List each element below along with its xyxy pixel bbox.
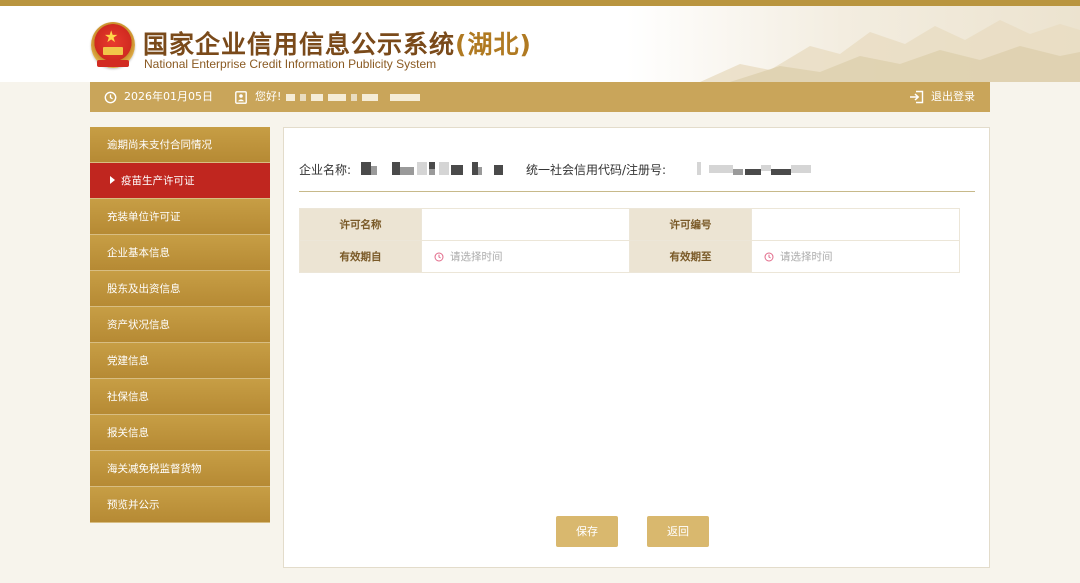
- license-name-field[interactable]: [421, 208, 630, 241]
- user-greeting: 您好!: [235, 82, 421, 112]
- sidebar-item-customs-tax-exempt[interactable]: 海关减免税监督货物: [90, 451, 270, 487]
- company-name-label: 企业名称:: [299, 163, 352, 177]
- license-form-table: 许可名称 许可编号 有效期自 请选择时间 有效期至 请选择时间: [299, 208, 960, 273]
- sidebar-item-preview-publish[interactable]: 预览并公示: [90, 487, 270, 523]
- site-header: ★ 国家企业信用信息公示系统(湖北) National Enterprise C…: [0, 6, 1080, 82]
- logout-link[interactable]: 退出登录: [909, 82, 975, 112]
- valid-from-datepicker[interactable]: 请选择时间: [421, 240, 630, 273]
- section-divider: [299, 191, 975, 192]
- license-number-field[interactable]: [751, 208, 960, 241]
- valid-to-placeholder: 请选择时间: [780, 251, 833, 263]
- user-bar: 2026年01月05日 您好! 退出登录: [90, 82, 990, 112]
- back-button[interactable]: 返回: [647, 516, 709, 547]
- clock-icon: [764, 252, 774, 262]
- company-info-line: 企业名称: 统一社会信用代码/注册号:: [299, 161, 975, 191]
- license-number-label: 许可编号: [629, 208, 752, 241]
- site-title: 国家企业信用信息公示系统(湖北): [143, 30, 532, 59]
- national-emblem-icon: ★: [91, 22, 135, 68]
- greeting-label: 您好!: [255, 90, 282, 103]
- valid-from-placeholder: 请选择时间: [450, 251, 503, 263]
- clock-icon: [104, 91, 117, 103]
- save-button[interactable]: 保存: [556, 516, 618, 547]
- site-title-region: (湖北): [455, 30, 532, 59]
- sidebar-nav: 逾期尚未支付合同情况 疫苗生产许可证 充装单位许可证 企业基本信息 股东及出资信…: [90, 127, 270, 523]
- sidebar-item-basic-info[interactable]: 企业基本信息: [90, 235, 270, 271]
- sidebar-item-assets[interactable]: 资产状况信息: [90, 307, 270, 343]
- clock-icon: [434, 252, 444, 262]
- caret-right-icon: [110, 176, 115, 184]
- license-name-label: 许可名称: [299, 208, 422, 241]
- table-row: 有效期自 请选择时间 有效期至 请选择时间: [299, 240, 960, 273]
- valid-to-label: 有效期至: [629, 240, 752, 273]
- logout-icon: [910, 90, 924, 104]
- sidebar-item-party-building[interactable]: 党建信息: [90, 343, 270, 379]
- sidebar-item-shareholders[interactable]: 股东及出资信息: [90, 271, 270, 307]
- valid-from-label: 有效期自: [299, 240, 422, 273]
- sidebar-item-vaccine-license[interactable]: 疫苗生产许可证: [90, 163, 270, 199]
- credit-code-label: 统一社会信用代码/注册号:: [526, 163, 667, 177]
- sidebar-item-social-security[interactable]: 社保信息: [90, 379, 270, 415]
- user-card-icon: [235, 90, 247, 104]
- date-display: 2026年01月05日: [104, 82, 213, 112]
- main-panel: 企业名称: 统一社会信用代码/注册号: 许可名称 许可编号 有效期自 请选择时间…: [283, 127, 990, 568]
- current-date: 2026年01月05日: [124, 90, 213, 103]
- valid-to-datepicker[interactable]: 请选择时间: [751, 240, 960, 273]
- mountains-decoration: [700, 20, 1080, 82]
- sidebar-item-overdue-contracts[interactable]: 逾期尚未支付合同情况: [90, 127, 270, 163]
- sidebar-item-customs[interactable]: 报关信息: [90, 415, 270, 451]
- logout-label: 退出登录: [931, 90, 975, 103]
- sidebar-item-filling-license[interactable]: 充装单位许可证: [90, 199, 270, 235]
- table-row: 许可名称 许可编号: [299, 208, 960, 241]
- site-title-english: National Enterprise Credit Information P…: [144, 57, 437, 71]
